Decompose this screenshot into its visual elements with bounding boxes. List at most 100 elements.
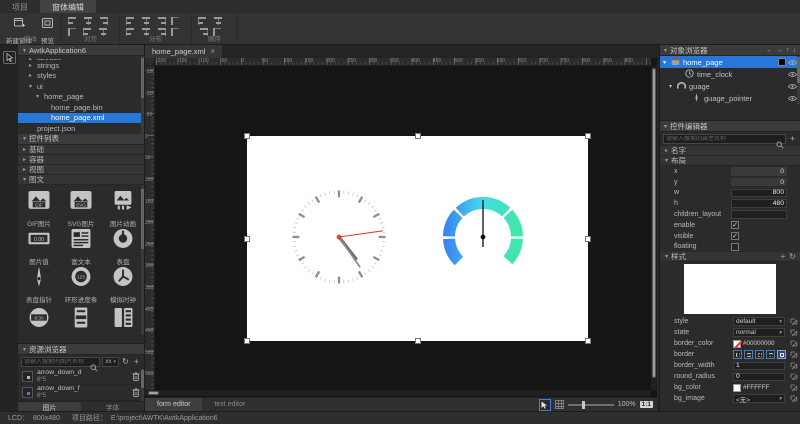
prop-children-layout-field[interactable] (731, 210, 787, 219)
align-icon[interactable] (98, 17, 108, 25)
refresh-style-icon[interactable]: ↻ (789, 252, 796, 261)
prop-h-field[interactable]: 480 (731, 199, 787, 208)
zoom-slider[interactable] (568, 400, 614, 410)
order-icon[interactable] (213, 17, 223, 25)
project-tree-header[interactable]: ▾ AwtkApplication6 (18, 45, 144, 56)
align-icon[interactable] (83, 17, 93, 25)
resource-filter-dropdown[interactable]: xx ▾ (102, 357, 119, 367)
move-down-icon[interactable]: ↓ (793, 47, 797, 54)
border-width-field[interactable]: 1 (733, 362, 785, 371)
tab-fonts[interactable]: 字体 (81, 401, 144, 411)
bg-image-dropdown[interactable]: <无>▾ (733, 394, 785, 403)
widget-editor-header[interactable]: ▾ 控件编辑器 (660, 121, 800, 132)
tree-item-project.json[interactable]: project.json (18, 123, 144, 134)
border-left-button[interactable] (733, 350, 742, 359)
border-horizontal-button[interactable] (766, 350, 775, 359)
widget-category-graphic[interactable]: ▾ 图文 (18, 175, 144, 185)
selection-handle[interactable] (586, 237, 590, 241)
align-icon[interactable] (68, 17, 78, 25)
tree-item-styles[interactable]: ▸styles (18, 71, 144, 82)
distribute-icon[interactable] (171, 17, 181, 25)
resource-item-arrow_down_f[interactable]: arrow_down_f6*5 (18, 385, 144, 401)
visibility-toggle[interactable] (788, 83, 797, 92)
grid-icon[interactable] (555, 400, 564, 409)
tree-scrollbar[interactable] (141, 56, 144, 134)
add-style-button[interactable]: + (781, 252, 786, 261)
tree-item-home_page[interactable]: ▾home_page (18, 92, 144, 103)
tab-images[interactable]: 图片 (18, 401, 81, 411)
resource-browser-header[interactable]: ▾ 资源浏览器 (18, 344, 144, 355)
visibility-toggle[interactable] (788, 71, 797, 80)
select-tool-button[interactable] (539, 399, 551, 411)
visibility-toggle[interactable] (788, 59, 797, 68)
border-color-swatch[interactable] (733, 340, 741, 348)
prop-y-field[interactable]: 0 (731, 178, 787, 187)
widget-text-selector[interactable] (60, 299, 102, 335)
menu-tab-form-edit[interactable]: 窗体编辑 (40, 0, 96, 13)
distribute-icon[interactable] (126, 17, 136, 25)
distribute-icon[interactable] (156, 17, 166, 25)
widget-image-animation[interactable]: 图片动画 (102, 185, 144, 223)
selection-handle[interactable] (245, 134, 249, 138)
tab-text-editor[interactable]: text editor (202, 398, 257, 411)
visible-checkbox[interactable]: ✓ (731, 232, 739, 240)
floating-checkbox[interactable] (731, 243, 739, 251)
object-node-time_clock[interactable]: time_clock (660, 68, 800, 80)
move-right-icon[interactable]: → (776, 47, 783, 54)
per-state-icon[interactable] (790, 395, 798, 405)
resource-scrollbar[interactable] (141, 369, 144, 401)
time-clock-widget[interactable] (290, 188, 388, 286)
tree-item-ui[interactable]: ▾ui (18, 81, 144, 92)
move-up-icon[interactable]: ↑ (786, 47, 790, 54)
section-layout[interactable]: ▾ 布局 (660, 156, 800, 166)
enable-checkbox[interactable]: ✓ (731, 221, 739, 229)
selection-handle[interactable] (416, 339, 420, 343)
widget-grid-scrollbar[interactable] (141, 185, 144, 335)
state-dropdown[interactable]: normal▾ (733, 328, 785, 337)
gauge-widget[interactable] (440, 194, 526, 280)
object-node-home_page[interactable]: ▾home_page (660, 56, 800, 68)
round-radius-field[interactable]: 0 (733, 373, 785, 382)
pointer-tool-button[interactable] (3, 51, 16, 64)
widget-image-value[interactable]: 0.00图片值 (18, 223, 60, 261)
canvas-viewport[interactable] (155, 66, 651, 390)
section-style[interactable]: ▾ 样式 + ↻ (660, 252, 800, 262)
property-search-input[interactable] (664, 136, 785, 142)
object-browser-header[interactable]: ▾ 对象浏览器 ← → ↑ ↓ (660, 45, 800, 56)
add-property-button[interactable]: + (788, 135, 797, 143)
prop-x-field[interactable]: 0 (731, 167, 787, 176)
move-left-icon[interactable]: ← (766, 47, 773, 54)
border-all-button[interactable] (777, 350, 786, 359)
menu-tab-project[interactable]: 项目 (0, 0, 40, 13)
refresh-icon[interactable]: ↻ (121, 358, 130, 366)
widget-analog-clock[interactable]: 模拟时钟 (102, 261, 144, 299)
canvas-vertical-scrollbar[interactable] (651, 66, 657, 390)
tree-item-home_page.bin[interactable]: home_page.bin (18, 102, 144, 113)
document-tab-home-page[interactable]: home_page.xml × (145, 45, 222, 58)
canvas-horizontal-scrollbar[interactable] (145, 390, 651, 396)
object-node-guage_pointer[interactable]: guage_pointer (660, 92, 800, 104)
widget-digital-clock[interactable]: 8:30 (18, 299, 60, 335)
distribute-icon[interactable] (141, 17, 151, 25)
widget-progress-circle[interactable]: 123环形进度条 (60, 261, 102, 299)
add-resource-button[interactable]: + (132, 358, 141, 366)
order-icon[interactable] (198, 17, 208, 25)
tree-item-home_page.xml[interactable]: home_page.xml (18, 113, 144, 124)
tab-form-editor[interactable]: form editor (145, 398, 202, 411)
close-icon[interactable]: × (210, 47, 215, 56)
widget-svg-image[interactable]: SVGSVG图片 (60, 185, 102, 223)
selection-handle[interactable] (245, 339, 249, 343)
resource-search-input[interactable] (22, 359, 99, 365)
widget-gauge-pointer[interactable]: 表盘指针 (18, 261, 60, 299)
widget-list-view[interactable] (102, 299, 144, 335)
ratio-1-1-button[interactable]: 1:1 (640, 401, 653, 408)
widget-rich-text[interactable]: 富文本 (60, 223, 102, 261)
tree-item-strings[interactable]: ▸strings (18, 60, 144, 71)
style-dropdown[interactable]: default▾ (733, 317, 785, 326)
border-grid-button[interactable] (755, 350, 764, 359)
prop-w-field[interactable]: 800 (731, 189, 787, 198)
border-vertical-button[interactable] (744, 350, 753, 359)
selection-handle[interactable] (416, 134, 420, 138)
object-node-guage[interactable]: ▾guage (660, 80, 800, 92)
widget-gif-image[interactable]: GIFGIF图片 (18, 185, 60, 223)
